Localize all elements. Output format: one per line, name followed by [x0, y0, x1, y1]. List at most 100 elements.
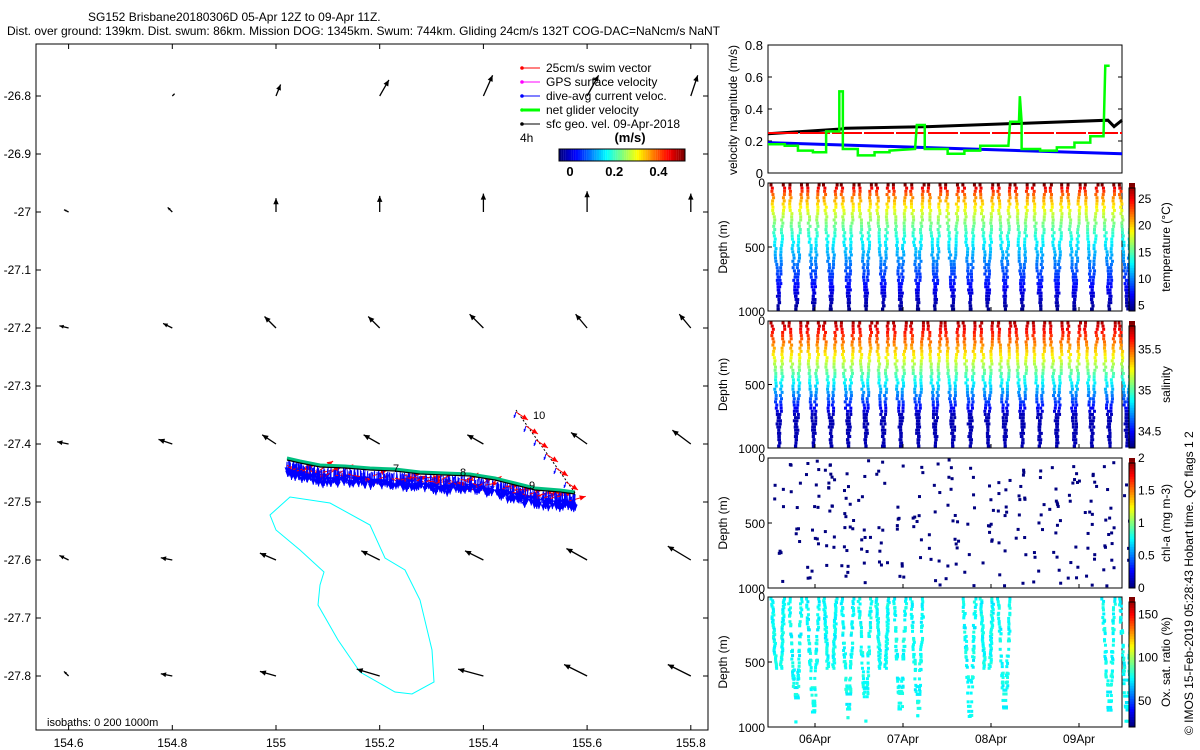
profile-data-point — [881, 528, 885, 532]
profile-data-point — [1085, 349, 1089, 353]
profile-data-point — [781, 337, 785, 341]
profile-data-point — [914, 278, 918, 282]
profile-data-point — [895, 237, 899, 241]
profile-data-point — [1038, 422, 1042, 426]
profile-data-point — [790, 215, 794, 219]
profile-data-point — [949, 278, 953, 282]
profile-data-point — [1051, 375, 1055, 379]
profile-data-point — [1041, 237, 1045, 241]
profile-data-point — [851, 215, 855, 219]
profile-data-point — [858, 212, 862, 216]
profile-data-point — [1041, 221, 1045, 225]
profile-data-point — [912, 356, 916, 360]
profile-data-point — [1110, 400, 1114, 404]
profile-data-point — [861, 381, 865, 385]
profile-data-point — [1125, 419, 1129, 423]
profile-data-point — [1039, 513, 1043, 517]
profile-data-point — [865, 288, 869, 292]
profile-data-point — [1043, 343, 1047, 347]
profile-data-point — [964, 215, 968, 219]
profile-data-point — [901, 400, 905, 404]
profile-data-point — [795, 406, 799, 410]
profile-data-point — [869, 183, 873, 187]
profile-data-point — [823, 186, 827, 190]
profile-data-point — [842, 349, 846, 353]
profile-data-point — [1036, 403, 1040, 407]
profile-data-point — [998, 205, 1002, 209]
profile-data-point — [1107, 307, 1111, 311]
profile-data-point — [846, 409, 850, 413]
profile-data-point — [1118, 196, 1122, 200]
profile-data-point — [930, 390, 934, 394]
profile-data-point — [1119, 205, 1123, 209]
profile-data-point — [774, 397, 778, 401]
profile-data-point — [1102, 205, 1106, 209]
profile-data-point — [1041, 378, 1045, 382]
profile-data-point — [1024, 553, 1028, 557]
profile-data-point — [866, 262, 870, 266]
profile-data-point — [956, 215, 960, 219]
profile-data-point — [832, 545, 836, 549]
profile-data-point — [898, 444, 902, 448]
profile-data-point — [969, 275, 973, 279]
profile-data-point — [867, 394, 871, 398]
profile-data-point — [788, 205, 792, 209]
profile-data-point — [789, 330, 793, 334]
profile-data-point — [964, 234, 968, 238]
profile-data-point — [1006, 384, 1010, 388]
profile-data-point — [771, 199, 775, 203]
profile-data-point — [1085, 574, 1089, 578]
profile-data-point — [817, 327, 821, 331]
profile-data-point — [780, 359, 784, 363]
profile-data-point — [1075, 387, 1079, 391]
profile-data-point — [1017, 494, 1021, 498]
profile-data-point — [1042, 330, 1046, 334]
profile-data-point — [1125, 291, 1129, 295]
profile-data-point — [1005, 285, 1009, 289]
colorbar-label: salinity — [1159, 366, 1173, 403]
profile-data-point — [1005, 234, 1009, 238]
profile-data-point — [769, 321, 773, 325]
profile-data-point — [926, 189, 930, 193]
profile-data-point — [808, 387, 812, 391]
profile-data-point — [826, 406, 830, 410]
profile-data-point — [1109, 301, 1113, 305]
colorbar-tick-label: 10 — [1138, 272, 1152, 286]
profile-data-point — [846, 485, 850, 489]
profile-data-point — [780, 231, 784, 235]
profile-data-point — [1017, 231, 1021, 235]
profile-data-point — [981, 353, 985, 357]
profile-data-point — [926, 324, 930, 328]
profile-data-point — [989, 384, 993, 388]
legend-item-label: dive-avg current veloc. — [546, 89, 667, 103]
profile-data-point — [829, 301, 833, 305]
legend-colorbar-cell — [577, 149, 581, 161]
profile-data-point — [934, 412, 938, 416]
velocity-axes — [767, 44, 1123, 174]
profile-data-point — [1050, 202, 1054, 206]
profile-data-point — [1057, 262, 1061, 266]
profile-data-point — [861, 397, 865, 401]
profile-data-point — [1124, 412, 1128, 416]
profile-data-point — [945, 343, 949, 347]
profile-data-point — [825, 215, 829, 219]
profile-data-point — [791, 670, 795, 674]
profile-data-point — [814, 272, 818, 276]
profile-data-point — [892, 199, 896, 203]
profile-data-point — [860, 538, 864, 542]
profile-data-point — [1032, 330, 1036, 334]
profile-data-point — [1090, 428, 1094, 432]
profile-data-point — [1122, 253, 1126, 257]
profile-data-point — [999, 224, 1003, 228]
profile-data-point — [797, 256, 801, 260]
profile-data-point — [825, 563, 829, 567]
profile-data-point — [793, 272, 797, 276]
profile-data-point — [883, 294, 887, 298]
profile-data-point — [1036, 412, 1040, 416]
profile-data-point — [799, 215, 803, 219]
profile-data-point — [952, 288, 956, 292]
profile-data-point — [965, 378, 969, 382]
profile-data-point — [778, 438, 782, 442]
profile-data-point — [841, 196, 845, 200]
profile-data-point — [1093, 362, 1097, 366]
